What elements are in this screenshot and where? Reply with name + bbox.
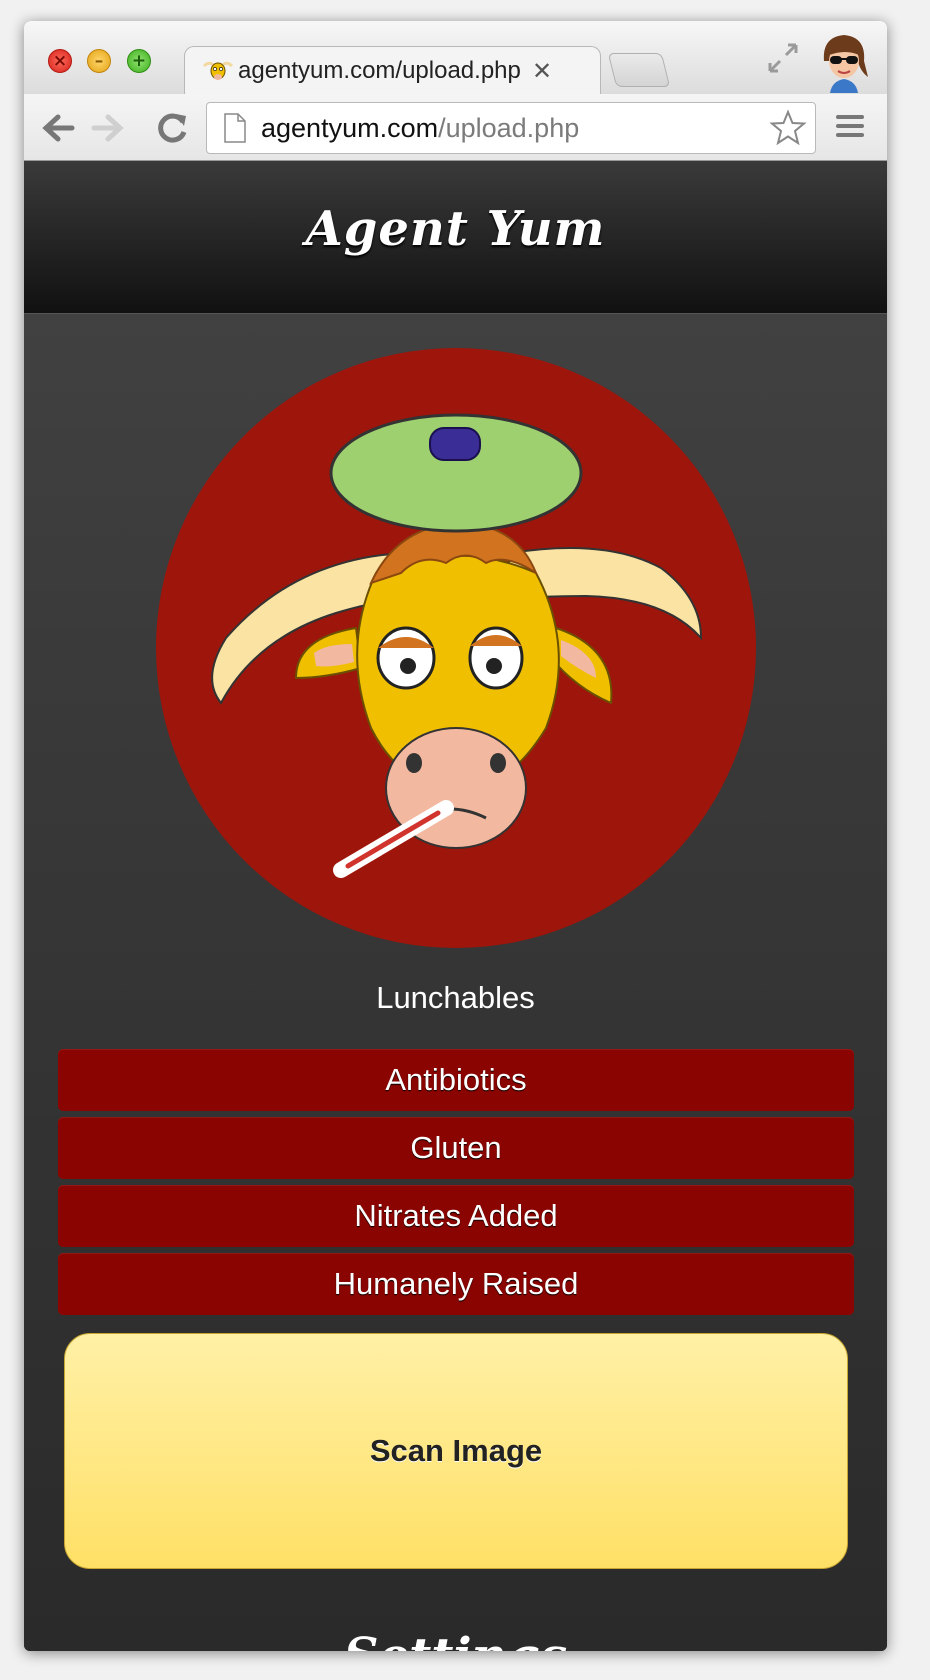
url-host: agentyum.com	[261, 113, 439, 143]
scan-image-button[interactable]: Scan Image	[64, 1333, 848, 1569]
address-bar[interactable]: agentyum.com/upload.php	[206, 102, 816, 154]
ingredient-flags-list: Antibiotics Gluten Nitrates Added Humane…	[58, 1049, 854, 1321]
close-window-icon[interactable]: ×	[48, 49, 72, 73]
flag-humanely-raised: Humanely Raised	[58, 1253, 854, 1315]
bookmark-star-icon[interactable]	[769, 109, 807, 147]
sick-bull-result-image	[156, 348, 756, 948]
favicon-bull-icon	[202, 61, 234, 80]
minimize-window-icon[interactable]: –	[87, 49, 111, 73]
tab-close-icon[interactable]: ✕	[532, 55, 552, 87]
menu-icon[interactable]	[834, 111, 866, 141]
browser-window: × – + agentyum.com/upload.php ✕ agentyum…	[24, 21, 887, 1651]
forward-arrow-icon[interactable]	[88, 108, 128, 148]
tab-strip: × – + agentyum.com/upload.php ✕	[24, 21, 887, 97]
site-header: Agent Yum	[24, 161, 887, 314]
new-tab-button[interactable]	[607, 53, 671, 87]
tab-title: agentyum.com/upload.php	[238, 57, 521, 84]
maximize-window-icon[interactable]: +	[127, 49, 151, 73]
url-text[interactable]: agentyum.com/upload.php	[261, 103, 579, 153]
fullscreen-icon[interactable]	[766, 41, 800, 75]
reload-icon[interactable]	[152, 108, 192, 148]
site-logo[interactable]: Agent Yum	[24, 201, 887, 257]
settings-heading: Settings	[24, 1628, 887, 1651]
flag-gluten: Gluten	[58, 1117, 854, 1179]
browser-toolbar: agentyum.com/upload.php	[24, 94, 887, 161]
flag-antibiotics: Antibiotics	[58, 1049, 854, 1111]
flag-nitrates-added: Nitrates Added	[58, 1185, 854, 1247]
page-icon	[224, 113, 246, 143]
url-path: /upload.php	[438, 113, 580, 143]
web-page: Agent Yum Lunchables Antibiotics Gluten …	[24, 161, 887, 1651]
back-arrow-icon[interactable]	[38, 108, 78, 148]
product-name: Lunchables	[376, 980, 535, 1015]
profile-avatar-icon[interactable]	[816, 31, 872, 93]
